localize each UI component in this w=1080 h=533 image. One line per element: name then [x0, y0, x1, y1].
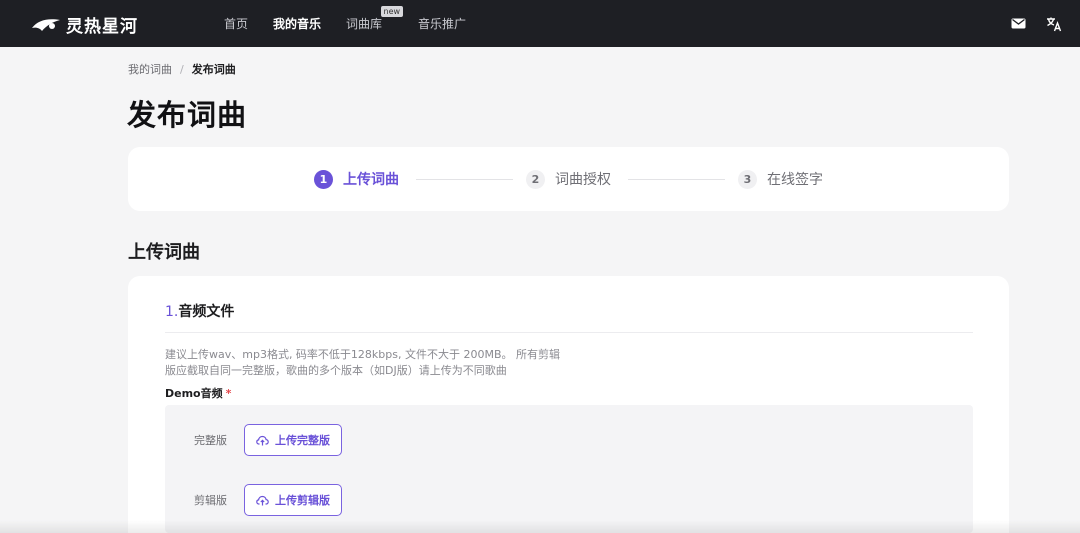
audio-file-heading: 1.音频文件 [165, 301, 234, 321]
section-index: 1. [165, 304, 179, 320]
upload-full-version-button[interactable]: 上传完整版 [244, 424, 342, 456]
breadcrumb-separator: / [180, 62, 184, 76]
step-label: 上传词曲 [343, 172, 399, 188]
upload-panel: 完整版 上传完整版 剪辑版 上传剪辑版 [165, 405, 973, 533]
top-navigation-bar: 灵热星河 首页 我的音乐 词曲库 new 音乐推广 [0, 0, 1080, 47]
section-title: 音频文件 [178, 304, 235, 320]
upload-hint: 建议上传wav、mp3格式, 码率不低于128kbps, 文件不大于 200MB… [165, 347, 565, 379]
step-number: 1 [314, 169, 333, 189]
step-number: 2 [526, 169, 545, 189]
nav-item-song-library[interactable]: 词曲库 new [346, 6, 404, 32]
row-label: 完整版 [194, 434, 227, 447]
hint-line: 版应截取自同一完整版，歌曲的多个版本（如DJ版）请上传为不同歌曲 [165, 364, 507, 377]
logo-icon [32, 18, 60, 31]
mail-icon[interactable] [1010, 15, 1027, 32]
row-label: 剪辑版 [194, 494, 227, 507]
cloud-upload-icon [256, 495, 269, 505]
breadcrumb-current: 发布词曲 [191, 63, 236, 76]
step-connector [628, 179, 725, 180]
step-number: 3 [738, 169, 757, 189]
brand-name: 灵热星河 [66, 17, 138, 37]
audio-upload-card: 1.音频文件 建议上传wav、mp3格式, 码率不低于128kbps, 文件不大… [128, 276, 1009, 533]
divider [165, 332, 973, 333]
button-label: 上传完整版 [275, 434, 330, 447]
brand-logo[interactable]: 灵热星河 [30, 12, 138, 37]
step-connector [416, 179, 513, 180]
steps-card: 1 上传词曲 2 词曲授权 3 在线签字 [128, 147, 1009, 211]
hint-line: 建议上传wav、mp3格式, 码率不低于128kbps, 文件不大于 200MB… [165, 348, 561, 361]
upload-row-full: 完整版 上传完整版 [165, 424, 565, 456]
upload-clip-version-button[interactable]: 上传剪辑版 [244, 484, 342, 516]
main-nav: 首页 我的音乐 词曲库 new 音乐推广 [224, 0, 491, 47]
required-mark: * [225, 387, 232, 400]
step-upload: 1 上传词曲 [314, 147, 399, 211]
breadcrumb-parent[interactable]: 我的词曲 [128, 61, 172, 77]
step-authorize: 2 词曲授权 [526, 147, 611, 211]
nav-item-my-music[interactable]: 我的音乐 [273, 15, 321, 32]
nav-item-music-promotion[interactable]: 音乐推广 [418, 15, 466, 32]
step-label: 词曲授权 [555, 172, 611, 188]
cloud-upload-icon [256, 435, 269, 445]
button-label: 上传剪辑版 [275, 494, 330, 507]
section-heading: 上传词曲 [128, 242, 200, 263]
top-icons [1010, 0, 1062, 47]
new-badge: new [380, 6, 404, 17]
nav-item-label: 词曲库 [346, 17, 383, 31]
page-title: 发布词曲 [127, 98, 248, 132]
translate-icon[interactable] [1045, 15, 1062, 32]
upload-row-clip: 剪辑版 上传剪辑版 [165, 484, 565, 516]
nav-item-home[interactable]: 首页 [224, 15, 248, 32]
step-label: 在线签字 [767, 172, 823, 188]
demo-audio-text: Demo音频 [165, 387, 223, 400]
step-sign: 3 在线签字 [738, 147, 823, 211]
breadcrumb: 我的词曲 / 发布词曲 [128, 61, 236, 77]
demo-audio-label: Demo音频 * [165, 385, 231, 401]
